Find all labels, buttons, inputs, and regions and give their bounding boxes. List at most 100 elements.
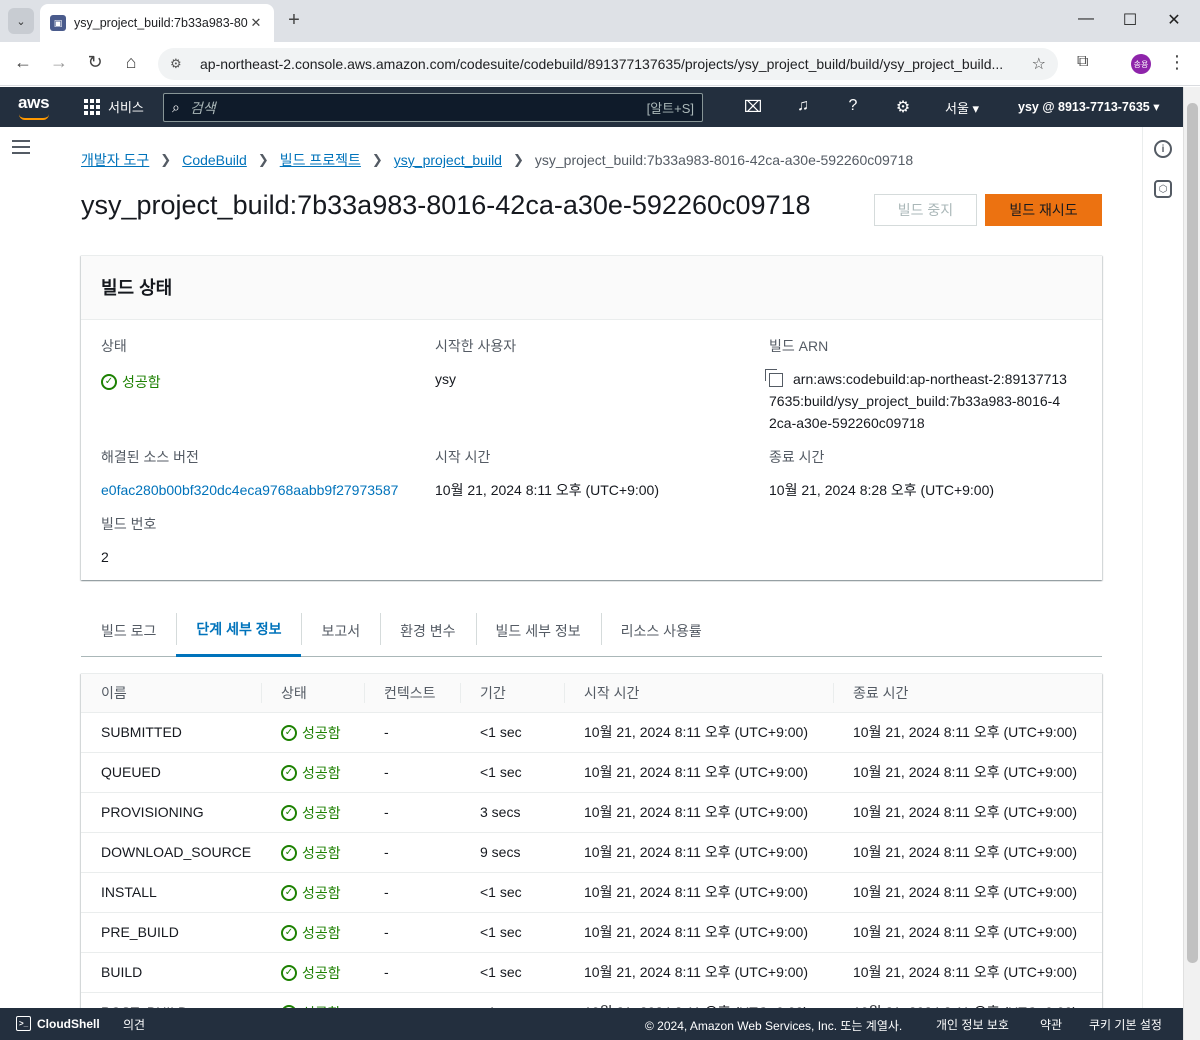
breadcrumb-build-projects[interactable]: 빌드 프로젝트 (280, 150, 361, 170)
phase-context: - (364, 832, 460, 873)
search-placeholder: 검색 (189, 99, 216, 116)
cloudshell-icon[interactable]: ⌧ (743, 97, 763, 117)
aws-logo[interactable]: aws (18, 93, 50, 120)
account-menu[interactable]: ysy @ 8913-7713-7635 ▾ (1018, 99, 1160, 114)
extensions-icon[interactable]: ⧉ (1077, 53, 1088, 71)
breadcrumb-codebuild[interactable]: CodeBuild (182, 152, 247, 168)
page-scrollbar[interactable] (1183, 87, 1200, 1040)
source-version-link[interactable]: e0fac280b00bf320dc4eca9768aabb9f27973587 (101, 479, 398, 501)
bookmark-star-icon[interactable]: ☆ (1032, 54, 1046, 74)
copy-icon[interactable] (765, 369, 783, 388)
arn-value-line3: 2ca-a30e-592260c09718 (769, 415, 925, 431)
table-row: SUBMITTED ✓ 성공함 - <1 sec 10월 21, 2024 8:11 오후… (81, 712, 1102, 753)
privacy-link[interactable]: 개인 정보 보호 (936, 1016, 1009, 1033)
breadcrumb-developer-tools[interactable]: 개발자 도구 (81, 150, 149, 170)
cloudshell-button[interactable]: >_ CloudShell (16, 1016, 100, 1031)
new-tab-icon[interactable]: + (284, 9, 304, 32)
feedback-hex-icon[interactable]: ⬡ (1154, 180, 1172, 198)
search-input[interactable]: ⌕ 검색 [알트+S] (163, 93, 703, 122)
phase-duration: <1 sec (460, 872, 564, 913)
services-menu-button[interactable]: 서비스 (84, 97, 144, 116)
phase-start-time: 10월 21, 2024 8:11 오후 (UTC+9:00) (564, 832, 833, 873)
success-check-icon: ✓ (281, 724, 297, 741)
phase-name: DOWNLOAD_SOURCE (81, 832, 261, 873)
end-time-label: 종료 시간 (769, 449, 825, 465)
success-check-icon: ✓ (281, 844, 297, 861)
tab-build-details[interactable]: 빌드 세부 정보 (475, 605, 601, 657)
phase-name: PROVISIONING (81, 792, 261, 833)
help-icon[interactable]: ? (843, 97, 863, 115)
phase-end-time: 10월 21, 2024 8:11 오후 (UTC+9:00) (833, 712, 1102, 753)
profile-avatar[interactable]: 송용 (1131, 54, 1151, 74)
tab-resource-utilization[interactable]: 리소스 사용률 (600, 605, 722, 657)
build-number-value: 2 (101, 549, 109, 565)
phase-context: - (364, 792, 460, 833)
search-shortcut: [알트+S] (646, 101, 694, 116)
tab-title: ysy_project_build:7b33a983-80 (74, 16, 248, 30)
url-text[interactable]: ap-northeast-2.console.aws.amazon.com/co… (200, 56, 1032, 72)
browser-tabstrip: ⌄ ▣ ysy_project_build:7b33a983-80 ✕ + — … (0, 0, 1200, 42)
status-badge: ✓ 성공함 (281, 883, 341, 903)
right-utility-rail: i ⬡ (1142, 127, 1183, 1008)
chevron-right-icon: ❯ (371, 152, 383, 167)
arn-value-line1: arn:aws:codebuild:ap-northeast-2:8913771… (793, 371, 1067, 387)
reload-icon[interactable]: ↻ (83, 52, 107, 73)
phase-start-time: 10월 21, 2024 8:11 오후 (UTC+9:00) (564, 872, 833, 913)
maximize-icon[interactable]: ☐ (1120, 10, 1140, 30)
stop-build-button[interactable]: 빌드 중지 (874, 194, 977, 226)
status-badge: ✓ 성공함 (281, 843, 341, 863)
initiator-field: 시작한 사용자 ysy (435, 336, 516, 390)
site-info-icon[interactable]: ⚙ (170, 56, 192, 72)
status-text: 성공함 (302, 764, 341, 781)
window-close-icon[interactable]: ✕ (1164, 10, 1184, 30)
browser-address-bar: ← → ↻ ⌂ ⚙ ap-northeast-2.console.aws.ama… (0, 42, 1200, 86)
status-badge: ✓ 성공함 (281, 723, 341, 743)
column-header-name: 이름 (81, 674, 261, 713)
phase-end-time: 10월 21, 2024 8:11 오후 (UTC+9:00) (833, 792, 1102, 833)
column-header-status: 상태 (261, 674, 364, 713)
panel-heading: 빌드 상태 (81, 256, 1102, 320)
source-version-field: 해결된 소스 버전 e0fac280b00bf320dc4eca9768aabb… (101, 447, 398, 501)
forward-arrow-icon[interactable]: → (47, 52, 71, 73)
status-badge: ✓ 성공함 (281, 923, 341, 943)
phase-status: ✓ 성공함 (261, 872, 364, 913)
search-icon: ⌕ (172, 99, 180, 115)
detail-tabs: 빌드 로그 단계 세부 정보 보고서 환경 변수 빌드 세부 정보 리소스 사용… (81, 605, 1102, 657)
build-status-panel: 빌드 상태 상태 ✓ 성공함 시작한 사용자 ysy 빌드 ARN arn:aws… (81, 255, 1102, 580)
breadcrumb-project[interactable]: ysy_project_build (394, 152, 502, 168)
tab-search-dropdown-icon[interactable]: ⌄ (8, 8, 34, 34)
phase-end-time: 10월 21, 2024 8:11 오후 (UTC+9:00) (833, 872, 1102, 913)
breadcrumb-current: ysy_project_build:7b33a983-8016-42ca-a30… (534, 152, 914, 168)
tab-environment-variables[interactable]: 환경 변수 (380, 605, 475, 657)
scrollbar-thumb[interactable] (1187, 103, 1198, 963)
notification-bell-icon[interactable]: ♫ (793, 97, 813, 115)
phase-duration: <1 sec (460, 752, 564, 793)
region-selector[interactable]: 서울 ▾ (945, 98, 979, 117)
back-arrow-icon[interactable]: ← (11, 52, 35, 73)
cookie-preferences-link[interactable]: 쿠키 기본 설정 (1089, 1016, 1162, 1033)
table-row: INSTALL ✓ 성공함 - <1 sec 10월 21, 2024 8:11 오후 (… (81, 872, 1102, 913)
browser-tab-active[interactable]: ▣ ysy_project_build:7b33a983-80 ✕ (40, 4, 274, 42)
settings-gear-icon[interactable]: ⚙ (893, 97, 913, 117)
tab-close-icon[interactable]: ✕ (248, 15, 264, 31)
info-icon[interactable]: i (1154, 140, 1172, 158)
table-row: QUEUED ✓ 성공함 - <1 sec 10월 21, 2024 8:11 오후 (U… (81, 752, 1102, 793)
phase-name: SUBMITTED (81, 712, 261, 753)
tab-phase-details[interactable]: 단계 세부 정보 (176, 605, 302, 657)
tab-reports[interactable]: 보고서 (301, 605, 380, 657)
minimize-icon[interactable]: — (1076, 10, 1096, 28)
retry-build-button[interactable]: 빌드 재시도 (985, 194, 1102, 226)
menu-icon[interactable] (12, 140, 30, 158)
build-number-label: 빌드 번호 (101, 516, 157, 532)
start-time-value: 10월 21, 2024 8:11 오후 (UTC+9:00) (435, 482, 659, 498)
url-omnibox[interactable]: ⚙ ap-northeast-2.console.aws.amazon.com/… (158, 48, 1058, 80)
browser-menu-icon[interactable]: ⋮ (1168, 52, 1186, 73)
status-text: 성공함 (302, 884, 341, 901)
services-grid-icon (84, 98, 100, 115)
tab-build-logs[interactable]: 빌드 로그 (81, 605, 176, 657)
terms-link[interactable]: 약관 (1040, 1016, 1062, 1033)
home-icon[interactable]: ⌂ (119, 52, 143, 73)
phase-context: - (364, 872, 460, 913)
feedback-link[interactable]: 의견 (123, 1016, 145, 1033)
breadcrumb: 개발자 도구 ❯ CodeBuild ❯ 빌드 프로젝트 ❯ ysy_proje… (81, 150, 913, 170)
